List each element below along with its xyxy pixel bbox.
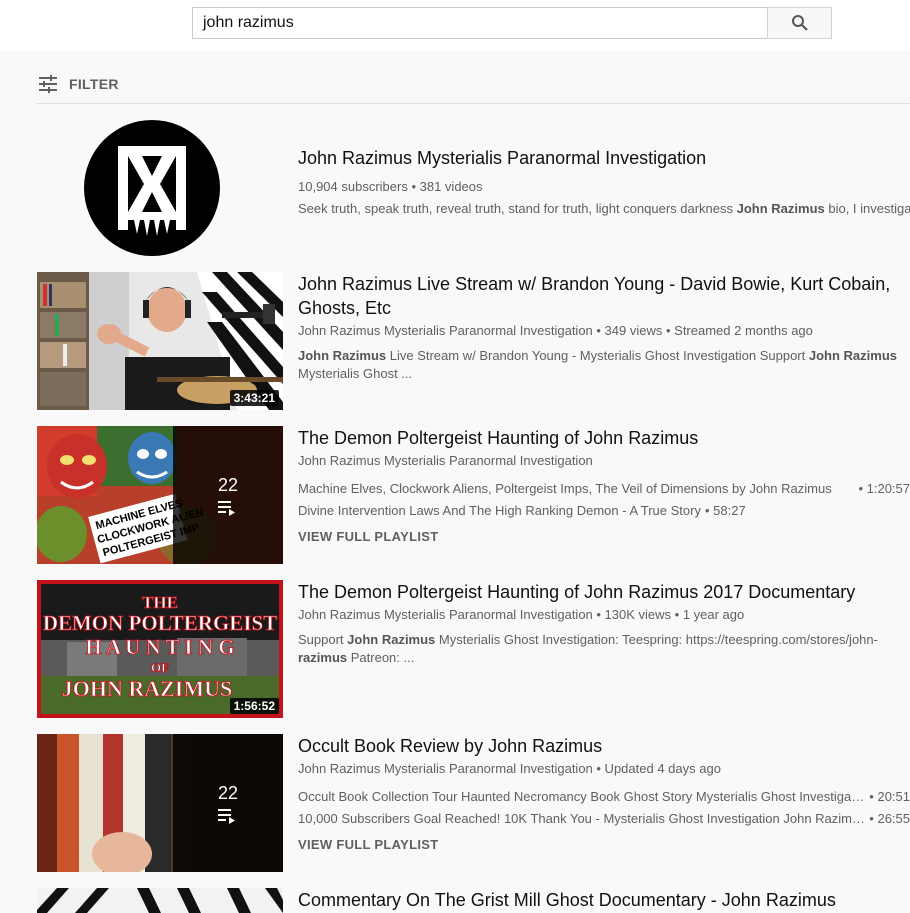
thumbnail-caption: THE (142, 593, 178, 612)
playlist-overlay: 22 (173, 426, 283, 564)
search-input[interactable]: john razimus (192, 7, 768, 39)
playlist-result[interactable]: MACHINE ELVES CLOCKWORK ALIEN POLTERGEIS… (37, 426, 910, 564)
search-icon (791, 15, 808, 31)
view-full-playlist-link[interactable]: VIEW FULL PLAYLIST (298, 837, 910, 852)
playlist-track[interactable]: Machine Elves, Clockwork Aliens, Polterg… (298, 478, 910, 500)
playlist-icon (218, 808, 235, 824)
divider (37, 103, 910, 104)
desc-bold: John Razimus (347, 632, 436, 647)
desc-bold: John Razimus (298, 348, 387, 363)
desc-text: Mysterialis Ghost Investigation: Teespri… (435, 632, 878, 647)
top-bar: john razimus (0, 0, 910, 51)
playlist-count: 22 (217, 474, 239, 495)
playlist-result[interactable]: 22 Occult Book Review by John Razimus Jo… (37, 734, 910, 872)
desc-bold: razimus (298, 650, 348, 665)
desc-text: Support (298, 632, 348, 647)
thumbnail-image (37, 888, 283, 913)
track-duration: • 20:51 (869, 789, 910, 804)
view-full-playlist-link[interactable]: VIEW FULL PLAYLIST (298, 529, 910, 544)
playlist-track[interactable]: 10,000 Subscribers Goal Reached! 10K Tha… (298, 808, 910, 830)
filter-button[interactable]: FILTER (37, 74, 119, 94)
video-count: 381 videos (419, 179, 483, 194)
video-duration: 1:56:52 (229, 698, 279, 714)
playlist-track[interactable]: Divine Intervention Laws And The High Ra… (298, 500, 910, 522)
playlist-thumbnail[interactable]: 22 (37, 734, 283, 872)
desc-text: Live Stream w/ Brandon Young - Mysterial… (386, 348, 809, 363)
video-result[interactable]: THE DEMON POLTERGEIST H A U N T I N G OF… (37, 580, 910, 718)
video-meta: John Razimus Mysterialis Paranormal Inve… (298, 607, 745, 622)
video-meta: John Razimus Mysterialis Paranormal Inve… (298, 323, 813, 338)
track-title: Divine Intervention Laws And The High Ra… (298, 503, 701, 518)
playlist-track[interactable]: Occult Book Collection Tour Haunted Necr… (298, 786, 910, 808)
desc-bold: John Razimus (808, 348, 897, 363)
channel-desc-text-2: bio, I investigate (828, 201, 910, 216)
video-description: Support John Razimus Mysterialis Ghost I… (298, 631, 888, 667)
desc-text: Mysterialis Ghost ... (298, 366, 413, 381)
video-description: John Razimus Live Stream w/ Brandon Youn… (298, 347, 898, 383)
video-result[interactable]: Commentary On The Grist Mill Ghost Docum… (37, 888, 910, 913)
playlist-title[interactable]: The Demon Poltergeist Haunting of John R… (298, 426, 898, 450)
filter-label: FILTER (69, 76, 119, 92)
channel-result[interactable]: John Razimus Mysterialis Paranormal Inve… (37, 120, 910, 260)
playlist-channel[interactable]: John Razimus Mysterialis Paranormal Inve… (298, 452, 910, 470)
subscriber-count: 10,904 subscribers (298, 179, 408, 194)
playlist-count: 22 (217, 782, 239, 803)
track-duration: • 26:55 (869, 811, 910, 826)
channel-name[interactable]: John Razimus Mysterialis Paranormal Inve… (298, 146, 898, 170)
thumbnail-caption: JOHN RAZIMUS (62, 676, 233, 701)
channel-desc-bold: John Razimus (736, 201, 825, 216)
playlist-icon (218, 500, 235, 516)
channel-description: Seek truth, speak truth, reveal truth, s… (298, 200, 910, 218)
channel-desc-text: Seek truth, speak truth, reveal truth, s… (298, 201, 737, 216)
search-button[interactable] (767, 7, 832, 39)
channel-stats: 10,904 subscribers • 381 videos (298, 178, 910, 196)
thumbnail-caption: DEMON POLTERGEIST (43, 611, 277, 635)
track-duration: • 58:27 (704, 503, 746, 518)
thumbnail-caption: H A U N T I N G (85, 635, 234, 659)
track-title: Machine Elves, Clockwork Aliens, Polterg… (298, 481, 832, 496)
video-title[interactable]: Commentary On The Grist Mill Ghost Docum… (298, 888, 898, 912)
playlist-overlay: 22 (173, 734, 283, 872)
video-thumbnail[interactable]: THE DEMON POLTERGEIST H A U N T I N G OF… (37, 580, 283, 718)
meta-separator: • (407, 179, 420, 194)
video-duration: 3:43:21 (229, 390, 279, 406)
channel-avatar[interactable] (84, 120, 220, 256)
video-result[interactable]: 3:43:21 John Razimus Live Stream w/ Bran… (37, 272, 910, 410)
playlist-thumbnail[interactable]: MACHINE ELVES CLOCKWORK ALIEN POLTERGEIS… (37, 426, 283, 564)
track-title: Occult Book Collection Tour Haunted Necr… (298, 789, 866, 804)
video-thumbnail[interactable]: 3:43:21 (37, 272, 283, 410)
filter-icon (39, 75, 57, 93)
playlist-channel[interactable]: John Razimus Mysterialis Paranormal Inve… (298, 760, 910, 778)
playlist-title[interactable]: Occult Book Review by John Razimus (298, 734, 898, 758)
thumbnail-caption: OF (151, 660, 169, 675)
video-title[interactable]: John Razimus Live Stream w/ Brandon Youn… (298, 272, 898, 320)
video-title[interactable]: The Demon Poltergeist Haunting of John R… (298, 580, 898, 604)
track-duration: • 1:20:57 (858, 481, 910, 496)
track-title: 10,000 Subscribers Goal Reached! 10K Tha… (298, 811, 866, 826)
video-thumbnail[interactable] (37, 888, 283, 913)
desc-text: Patreon: ... (347, 650, 415, 665)
